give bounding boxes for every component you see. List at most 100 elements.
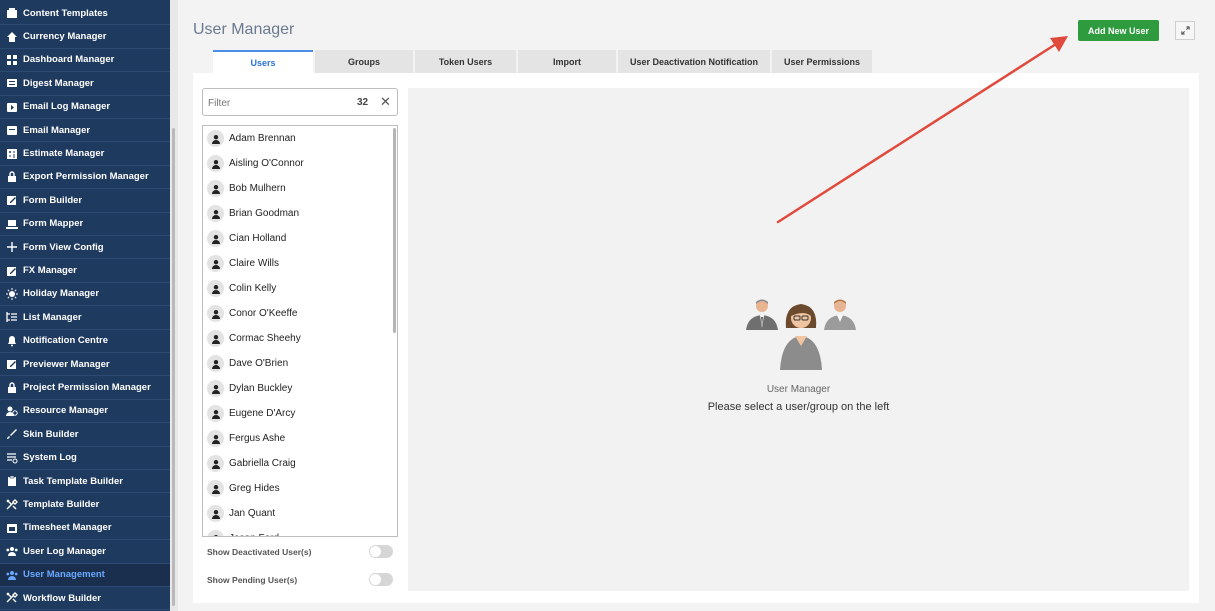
sidebar-item-user-management[interactable]: User Management [0, 563, 170, 587]
sidebar-item-email-log-manager[interactable]: Email Log Manager [0, 96, 170, 119]
sidebar-item-label: System Log [23, 452, 77, 464]
user-list[interactable]: Adam Brennan Aisling O'Connor Bob Mulhern B… [202, 125, 398, 537]
sidebar-item-previewer-manager[interactable]: Previewer Manager [0, 353, 170, 377]
show-deactivated-label: Show Deactivated User(s) [207, 547, 312, 557]
user-name: Cormac Sheehy [229, 333, 301, 344]
user-list-item[interactable]: Conor O'Keeffe [203, 301, 388, 326]
user-list-item[interactable]: Cian Holland [203, 226, 388, 251]
user-avatar-icon [207, 305, 224, 322]
tools-icon [6, 498, 18, 511]
sun-icon [6, 287, 18, 300]
template-icon [6, 7, 18, 19]
sidebar-item-email-manager[interactable]: Email Manager [0, 119, 170, 143]
sidebar-item-task-template-builder[interactable]: Task Template Builder [0, 470, 170, 494]
sidebar-item-form-view-config[interactable]: Form View Config [0, 236, 170, 260]
user-list-item[interactable]: Jan Quant [203, 501, 388, 526]
user-list-item[interactable]: Brian Goodman [203, 201, 388, 226]
sidebar-item-resource-manager[interactable]: Resource Manager [0, 400, 170, 424]
sidebar-item-label: Previewer Manager [23, 358, 110, 370]
user-avatar-icon [207, 455, 224, 472]
sidebar-item-currency-manager[interactable]: Currency Manager [0, 25, 170, 49]
sidebar-item-skin-builder[interactable]: Skin Builder [0, 423, 170, 447]
users-icon [6, 545, 18, 557]
toggle-knob [370, 546, 381, 557]
lock-icon [6, 171, 18, 183]
sidebar-item-form-mapper[interactable]: Form Mapper [0, 213, 170, 236]
sidebar-item-timesheet-manager[interactable]: Timesheet Manager [0, 517, 170, 541]
user-name: Eugene D'Arcy [229, 408, 296, 419]
sidebar-item-label: Notification Centre [23, 335, 108, 347]
edit-icon [6, 358, 18, 370]
sidebar-item-notification-centre[interactable]: Notification Centre [0, 330, 170, 353]
sidebar-item-estimate-manager[interactable]: Estimate Manager [0, 142, 170, 166]
sidebar-item-label: Form View Config [23, 241, 104, 253]
brush-icon [6, 428, 18, 440]
tab-bar: Users Groups Token Users Import User Deactiv… [213, 50, 874, 73]
tab-token-users[interactable]: Token Users [415, 50, 516, 73]
sidebar-item-project-permission-manager[interactable]: Project Permission Manager [0, 376, 170, 400]
user-list-scrollbar[interactable] [393, 128, 396, 333]
user-avatar-icon [207, 130, 224, 147]
tab-user-permissions[interactable]: User Permissions [772, 50, 872, 73]
list-icon [6, 311, 18, 323]
sidebar-item-content-templates[interactable]: Content Templates [0, 2, 170, 26]
user-list-item[interactable]: Bob Mulhern [203, 176, 388, 201]
sidebar-item-digest-manager[interactable]: Digest Manager [0, 72, 170, 96]
user-list-item[interactable]: Greg Hides [203, 476, 388, 501]
sidebar-item-template-builder[interactable]: Template Builder [0, 493, 170, 517]
sidebar-item-label: Template Builder [23, 499, 100, 511]
add-new-user-button[interactable]: Add New User [1078, 20, 1159, 41]
detail-area: User Manager Please select a user/group … [408, 88, 1189, 591]
sidebar-item-system-log[interactable]: System Log [0, 447, 170, 470]
user-name: Aisling O'Connor [229, 158, 304, 169]
sidebar-item-user-log-manager[interactable]: User Log Manager [0, 540, 170, 564]
user-list-item[interactable]: Colin Kelly [203, 276, 388, 301]
sidebar-item-label: Form Builder [23, 194, 83, 206]
user-avatar-icon [207, 380, 224, 397]
sidebar-item-export-permission-manager[interactable]: Export Permission Manager [0, 166, 170, 190]
filter-box: 32 ✕ [202, 88, 398, 116]
user-list-item[interactable]: Gabriella Craig [203, 451, 388, 476]
page-scrollbar[interactable] [170, 0, 178, 611]
sidebar-item-form-builder[interactable]: Form Builder [0, 189, 170, 213]
tab-import[interactable]: Import [518, 50, 616, 73]
user-avatar-icon [207, 530, 224, 536]
user-list-item[interactable]: Adam Brennan [203, 126, 388, 151]
show-deactivated-toggle[interactable] [369, 545, 393, 558]
show-pending-toggle[interactable] [369, 573, 393, 586]
sidebar-item-label: Estimate Manager [23, 148, 105, 160]
sidebar-item-label: Holiday Manager [23, 288, 100, 300]
user-list-item[interactable]: Dylan Buckley [203, 376, 388, 401]
sidebar-item-dashboard-manager[interactable]: Dashboard Manager [0, 49, 170, 73]
clear-filter-icon[interactable]: ✕ [380, 95, 391, 108]
filter-input[interactable] [208, 95, 348, 111]
tab-user-deactivation-notification[interactable]: User Deactivation Notification [618, 50, 770, 73]
sidebar-item-label: Currency Manager [23, 31, 107, 43]
resource-icon [6, 405, 18, 417]
user-list-item[interactable]: Claire Wills [203, 251, 388, 276]
user-list-item[interactable]: Cormac Sheehy [203, 326, 388, 351]
tab-users[interactable]: Users [213, 50, 313, 73]
user-name: Bob Mulhern [229, 183, 286, 194]
show-pending-row: Show Pending User(s) [207, 573, 397, 587]
dashboard-icon [6, 54, 18, 66]
sidebar-item-fx-manager[interactable]: FX Manager [0, 259, 170, 283]
user-list-item[interactable]: Aisling O'Connor [203, 151, 388, 176]
sidebar-item-label: Project Permission Manager [23, 382, 151, 394]
expand-button[interactable] [1175, 21, 1195, 40]
sidebar-item-holiday-manager[interactable]: Holiday Manager [0, 283, 170, 307]
user-list-item[interactable]: Jason Ford [203, 526, 388, 536]
sidebar-item-workflow-builder[interactable]: Workflow Builder [0, 587, 170, 611]
sidebar-item-label: User Log Manager [23, 545, 106, 557]
tab-groups[interactable]: Groups [315, 50, 413, 73]
user-list-item[interactable]: Eugene D'Arcy [203, 401, 388, 426]
user-list-item[interactable]: Fergus Ashe [203, 426, 388, 451]
sidebar-item-label: Content Templates [23, 7, 108, 19]
sidebar-item-list-manager[interactable]: List Manager [0, 306, 170, 330]
page-scrollbar-thumb[interactable] [172, 128, 175, 606]
toggle-knob [370, 574, 381, 585]
user-list-item[interactable]: Dave O'Brien [203, 351, 388, 376]
user-name: Dave O'Brien [229, 358, 289, 369]
user-name: Cian Holland [229, 233, 287, 244]
digest-icon [6, 77, 18, 89]
